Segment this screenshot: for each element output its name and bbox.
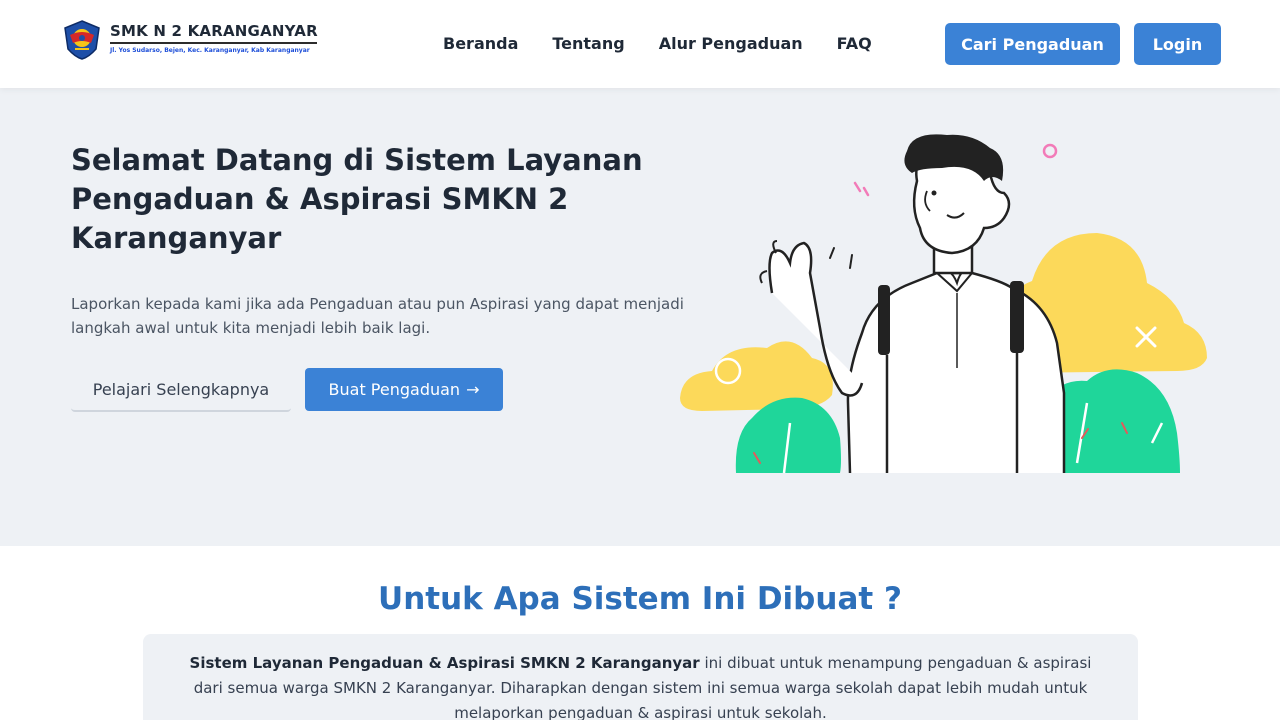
- learn-more-button[interactable]: Pelajari Selengkapnya: [71, 368, 291, 412]
- purpose-info-card: Sistem Layanan Pengaduan & Aspirasi SMKN…: [143, 634, 1138, 720]
- waving-student-illustration: [680, 134, 1207, 474]
- school-logo-icon[interactable]: [61, 19, 103, 61]
- purpose-text-bold: Sistem Layanan Pengaduan & Aspirasi SMKN…: [189, 654, 700, 672]
- purpose-section-title: Untuk Apa Sistem Ini Dibuat ?: [378, 581, 902, 617]
- brand-address: Jl. Yos Sudarso, Bejen, Kec. Karanganyar…: [110, 47, 310, 54]
- nav-link-alur-pengaduan[interactable]: Alur Pengaduan: [659, 34, 803, 53]
- hero-section: Selamat Datang di Sistem Layanan Pengadu…: [0, 88, 1280, 546]
- arrow-right-icon: →: [466, 380, 480, 399]
- nav-links: Beranda Tentang Alur Pengaduan FAQ: [443, 34, 872, 53]
- nav-link-tentang[interactable]: Tentang: [552, 34, 624, 53]
- create-complaint-label: Buat Pengaduan: [328, 380, 461, 399]
- brand-divider: [110, 42, 317, 44]
- create-complaint-button[interactable]: Buat Pengaduan →: [305, 368, 503, 411]
- hero-title: Selamat Datang di Sistem Layanan Pengadu…: [71, 143, 643, 255]
- brand-name: SMK N 2 KARANGANYAR: [110, 22, 318, 40]
- login-button[interactable]: Login: [1134, 23, 1221, 65]
- nav-link-faq[interactable]: FAQ: [837, 34, 872, 53]
- nav-link-beranda[interactable]: Beranda: [443, 34, 518, 53]
- navbar: SMK N 2 KARANGANYAR Jl. Yos Sudarso, Bej…: [0, 0, 1280, 88]
- hero-description: Laporkan kepada kami jika ada Pengaduan …: [71, 295, 684, 337]
- search-complaint-button[interactable]: Cari Pengaduan: [945, 23, 1120, 65]
